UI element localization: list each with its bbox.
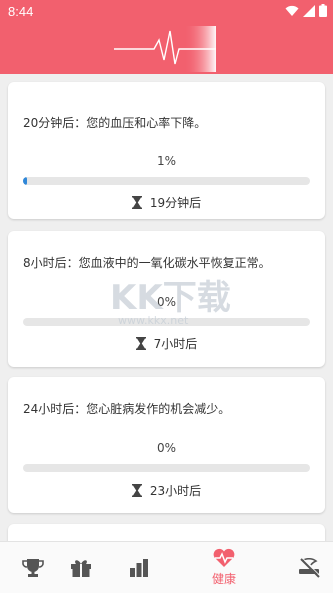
- nav-item-rewards[interactable]: [48, 542, 114, 593]
- no-smoking-icon: [299, 557, 321, 578]
- status-time: 8:44: [8, 4, 34, 19]
- milestone-title: 8小时后：您血液中的一氧化碳水平恢复正常。: [23, 256, 271, 270]
- nav-item-health[interactable]: 健康: [191, 542, 257, 593]
- milestone-progress-bar: [23, 464, 310, 472]
- milestone-eta-text: 19分钟后: [149, 196, 202, 210]
- milestone-eta-text: 7小时后: [153, 337, 198, 351]
- milestone-title: 24小时后：您心脏病发作的机会减少。: [23, 402, 231, 416]
- milestone-eta: 23小时后: [8, 482, 325, 499]
- bottom-nav: 健康: [0, 541, 333, 593]
- watermark-logo: KK下载: [110, 278, 231, 318]
- bar-chart-icon: [130, 558, 148, 577]
- signal-icon: [303, 4, 315, 17]
- gift-icon: [71, 559, 91, 577]
- heart-pulse-icon: [213, 548, 235, 567]
- milestone-title: 20分钟后：您的血压和心率下降。: [23, 116, 207, 130]
- milestone-eta: 7小时后: [8, 335, 325, 352]
- milestone-progress-fill: [23, 177, 28, 185]
- battery-icon: [319, 4, 327, 17]
- nav-item-statistics[interactable]: [106, 542, 172, 593]
- nav-item-no-smoking[interactable]: [277, 542, 333, 593]
- milestone-card[interactable]: [8, 524, 325, 541]
- watermark-url: www.kkx.net: [118, 314, 189, 327]
- milestone-card[interactable]: 20分钟后：您的血压和心率下降。 1% 19分钟后: [8, 82, 325, 219]
- heartbeat-logo-icon: [114, 26, 216, 72]
- app-header: [0, 24, 333, 74]
- status-bar: 8:44: [0, 0, 333, 24]
- status-icons: [285, 4, 327, 17]
- hourglass-icon: [131, 196, 142, 209]
- milestone-eta-text: 23小时后: [149, 484, 202, 498]
- hourglass-icon: [131, 484, 142, 497]
- hourglass-icon: [135, 337, 146, 350]
- milestone-card[interactable]: 24小时后：您心脏病发作的机会减少。 0% 23小时后: [8, 377, 325, 513]
- milestone-percent: 1%: [156, 154, 177, 168]
- nav-label-health: 健康: [211, 572, 236, 586]
- milestone-eta: 19分钟后: [8, 194, 325, 211]
- trophy-icon: [22, 558, 44, 577]
- milestone-percent: 0%: [156, 441, 177, 455]
- milestone-progress-bar: [23, 177, 310, 185]
- wifi-icon: [285, 5, 299, 16]
